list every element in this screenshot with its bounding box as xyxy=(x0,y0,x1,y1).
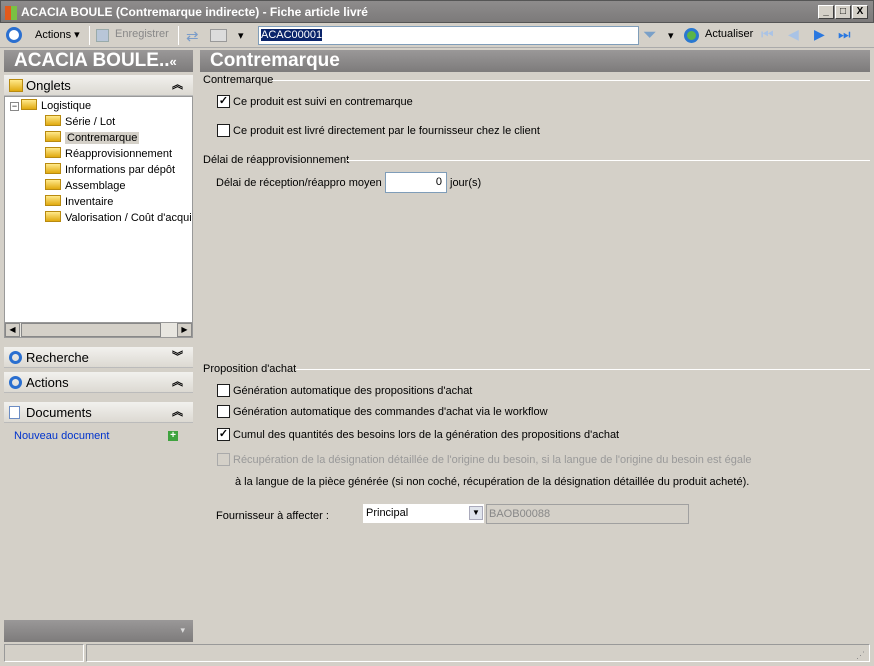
save-icon xyxy=(96,29,109,42)
folder-icon xyxy=(45,163,61,174)
sync-icon[interactable]: ⇄ xyxy=(186,27,199,45)
horizontal-scrollbar[interactable]: ◀ ▶ xyxy=(4,322,193,338)
checkbox-generation-commandes[interactable] xyxy=(217,405,230,418)
supplier-code-field: BAOB00088 xyxy=(486,504,689,524)
group-contremarque-legend: Contremarque xyxy=(203,74,274,86)
collapse-panel-button[interactable]: « xyxy=(170,54,177,69)
search-section-icon xyxy=(9,351,22,364)
section-actions[interactable]: Actions ︽ xyxy=(4,372,193,393)
refresh-icon[interactable] xyxy=(684,28,699,43)
group-proposition-legend: Proposition d'achat xyxy=(203,363,297,375)
supplier-label: Fournisseur à affecter : xyxy=(216,510,329,522)
window-title: ACACIA BOULE (Contremarque indirecte) - … xyxy=(21,5,368,19)
previous-record-icon[interactable]: ◀ xyxy=(788,26,799,43)
search-input[interactable]: ACAC00001 xyxy=(258,26,639,45)
scroll-left-icon[interactable]: ◀ xyxy=(5,323,20,337)
status-bar-pane xyxy=(4,644,84,662)
collapse-icon[interactable]: ︽ xyxy=(172,372,183,393)
checkbox-label: Génération automatique des commandes d'a… xyxy=(233,406,548,418)
actions-section-icon xyxy=(9,376,22,389)
document-icon xyxy=(9,406,20,419)
left-panel-footer: ▾ xyxy=(4,620,193,642)
status-bar-pane xyxy=(86,644,870,662)
minimize-button[interactable]: _ xyxy=(818,5,834,19)
last-record-icon[interactable]: ⏭ xyxy=(838,26,851,43)
folder-icon xyxy=(45,211,61,222)
tree-item[interactable]: Réapprovisionnement xyxy=(45,147,172,160)
app-icon xyxy=(5,6,17,20)
tabs-tree: − Logistique Série / Lot Contremarque Réa… xyxy=(4,96,193,323)
checkbox-cumul-quantites[interactable]: ✓ xyxy=(217,428,230,441)
left-panel-header: ACACIA BOULE..« xyxy=(4,50,193,72)
filter-icon[interactable]: ⏷ xyxy=(643,25,657,45)
collapse-icon[interactable]: ︽ xyxy=(172,402,183,423)
tree-item[interactable]: Informations par dépôt xyxy=(45,163,175,176)
resize-grip-icon[interactable]: ⋰ xyxy=(856,650,865,661)
tree-item[interactable]: Série / Lot xyxy=(45,115,115,128)
checkbox-recuperation-designation[interactable] xyxy=(217,453,230,466)
record-title: ACACIA BOULE.. xyxy=(14,50,170,71)
supplier-select[interactable]: Principal ▼ xyxy=(363,504,484,523)
chevron-down-icon[interactable]: ▾ xyxy=(180,625,185,636)
expand-icon[interactable]: ︾ xyxy=(172,347,183,368)
checkbox-suivi-contremarque[interactable]: ✓ xyxy=(217,95,230,108)
close-button[interactable]: X xyxy=(852,5,868,19)
filter-dropdown-icon[interactable]: ▾ xyxy=(668,29,674,42)
checkbox-label: Cumul des quantités des besoins lors de … xyxy=(233,429,620,441)
collapse-icon[interactable]: ︽ xyxy=(172,75,183,96)
add-icon[interactable]: + xyxy=(168,431,178,441)
folder-icon xyxy=(45,195,61,206)
print-dropdown-icon[interactable]: ▾ xyxy=(238,29,244,42)
new-document-link[interactable]: Nouveau document xyxy=(14,430,109,442)
first-record-icon[interactable]: ⏮ xyxy=(761,26,774,43)
folder-icon xyxy=(45,147,61,158)
scroll-right-icon[interactable]: ▶ xyxy=(177,323,192,337)
delai-input[interactable]: 0 xyxy=(385,172,447,193)
save-button[interactable]: Enregistrer xyxy=(115,28,169,40)
group-delai-legend: Délai de réapprovisionnement xyxy=(203,154,350,166)
tree-item[interactable]: Assemblage xyxy=(45,179,126,192)
refresh-button[interactable]: Actualiser xyxy=(705,28,753,40)
checkbox-label: Ce produit est suivi en contremarque xyxy=(233,96,413,108)
tree-item-logistique[interactable]: − Logistique xyxy=(10,99,91,112)
checkbox-label: Génération automatique des propositions … xyxy=(233,385,473,397)
checkbox-label: Ce produit est livré directement par le … xyxy=(233,125,540,137)
delai-unit: jour(s) xyxy=(450,177,482,189)
title-bar: ACACIA BOULE (Contremarque indirecte) - … xyxy=(0,0,874,23)
home-icon[interactable] xyxy=(6,27,22,43)
actions-menu[interactable]: Actions ▾ xyxy=(35,28,80,41)
folder-icon xyxy=(21,99,37,110)
toolbar: Actions ▾ Enregistrer ⇄ ▾ ACAC00001 ⏷ ▾ … xyxy=(0,23,874,48)
checkbox-generation-propositions[interactable] xyxy=(217,384,230,397)
next-record-icon[interactable]: ▶ xyxy=(814,26,825,43)
tree-item-selected[interactable]: Contremarque xyxy=(45,131,140,144)
checkbox-livre-directement[interactable] xyxy=(217,124,230,137)
print-icon[interactable] xyxy=(210,29,227,42)
scroll-thumb[interactable] xyxy=(21,323,161,337)
delai-label: Délai de réception/réappro moyen : xyxy=(216,177,388,189)
maximize-button[interactable]: □ xyxy=(835,5,851,19)
section-recherche[interactable]: Recherche ︾ xyxy=(4,347,193,368)
folder-icon xyxy=(9,79,23,92)
section-documents[interactable]: Documents ︽ xyxy=(4,402,193,423)
tree-item[interactable]: Valorisation / Coût d'acquis xyxy=(45,211,192,224)
checkbox-label: Récupération de la désignation détaillée… xyxy=(233,454,752,466)
section-onglets[interactable]: Onglets ︽ xyxy=(4,75,193,96)
chevron-down-icon[interactable]: ▼ xyxy=(469,506,483,520)
folder-icon xyxy=(45,179,61,190)
expand-icon[interactable]: − xyxy=(10,102,19,111)
tree-item[interactable]: Inventaire xyxy=(45,195,113,208)
folder-icon xyxy=(45,115,61,126)
folder-open-icon xyxy=(45,131,61,142)
page-title: Contremarque xyxy=(200,50,870,72)
checkbox-label-continuation: à la langue de la pièce générée (si non … xyxy=(235,476,750,488)
